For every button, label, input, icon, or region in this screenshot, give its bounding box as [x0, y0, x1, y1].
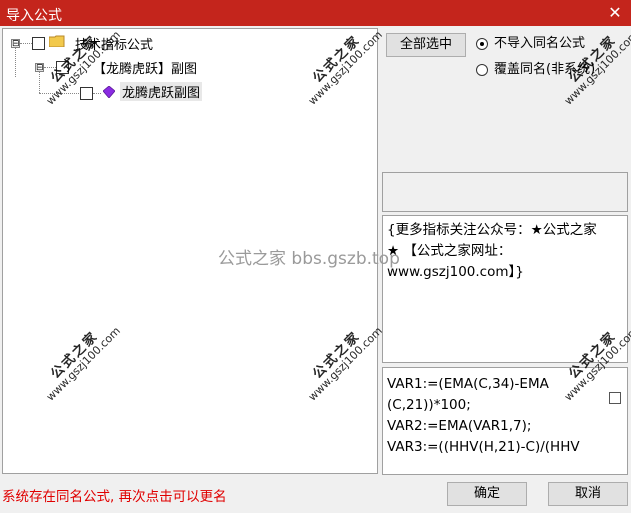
- tree-child-label[interactable]: 【龙腾虎跃】副图: [93, 58, 197, 77]
- window-title: 导入公式: [6, 8, 62, 24]
- overwrite-radio[interactable]: [476, 64, 488, 76]
- code-line: VAR3:=((HHV(H,21)-C)/(HHV: [387, 439, 580, 455]
- no-import-label: 不导入同名公式: [494, 36, 586, 51]
- close-icon[interactable]: ✕: [605, 3, 625, 23]
- cancel-button[interactable]: 取消: [548, 482, 628, 506]
- select-all-button[interactable]: 全部选中: [386, 33, 466, 57]
- folder-icon: [49, 35, 65, 47]
- gem-icon: [103, 86, 115, 98]
- tree-line: [20, 43, 32, 44]
- leaf-checkbox[interactable]: [80, 87, 93, 100]
- tree-line: [15, 47, 16, 77]
- center-watermark: 公式之家 bbs.gszb.top: [218, 249, 400, 269]
- tree-line: [93, 93, 101, 94]
- tree-leaf-label[interactable]: 龙腾虎跃副图: [120, 82, 203, 101]
- description-text: {更多指标关注公众号：★公式之家★ 【公式之家网址：www.gszj100.co…: [387, 222, 597, 280]
- status-message: 系统存在同名公式, 再次点击可以更名: [2, 489, 227, 505]
- no-import-radio[interactable]: [476, 38, 488, 50]
- empty-panel: [382, 172, 628, 212]
- title-bar: 导入公式 ✕: [0, 0, 631, 26]
- collapse-icon[interactable]: ⊟: [11, 39, 20, 49]
- code-line: VAR2:=EMA(VAR1,7);: [387, 418, 532, 434]
- watermark-title: 公式之家: [566, 32, 620, 86]
- description-panel[interactable]: {更多指标关注公众号：★公式之家★ 【公式之家网址：www.gszj100.co…: [382, 215, 628, 363]
- root-checkbox[interactable]: [32, 37, 45, 50]
- wrap-checkbox[interactable]: [609, 392, 621, 404]
- ok-button[interactable]: 确定: [447, 482, 527, 506]
